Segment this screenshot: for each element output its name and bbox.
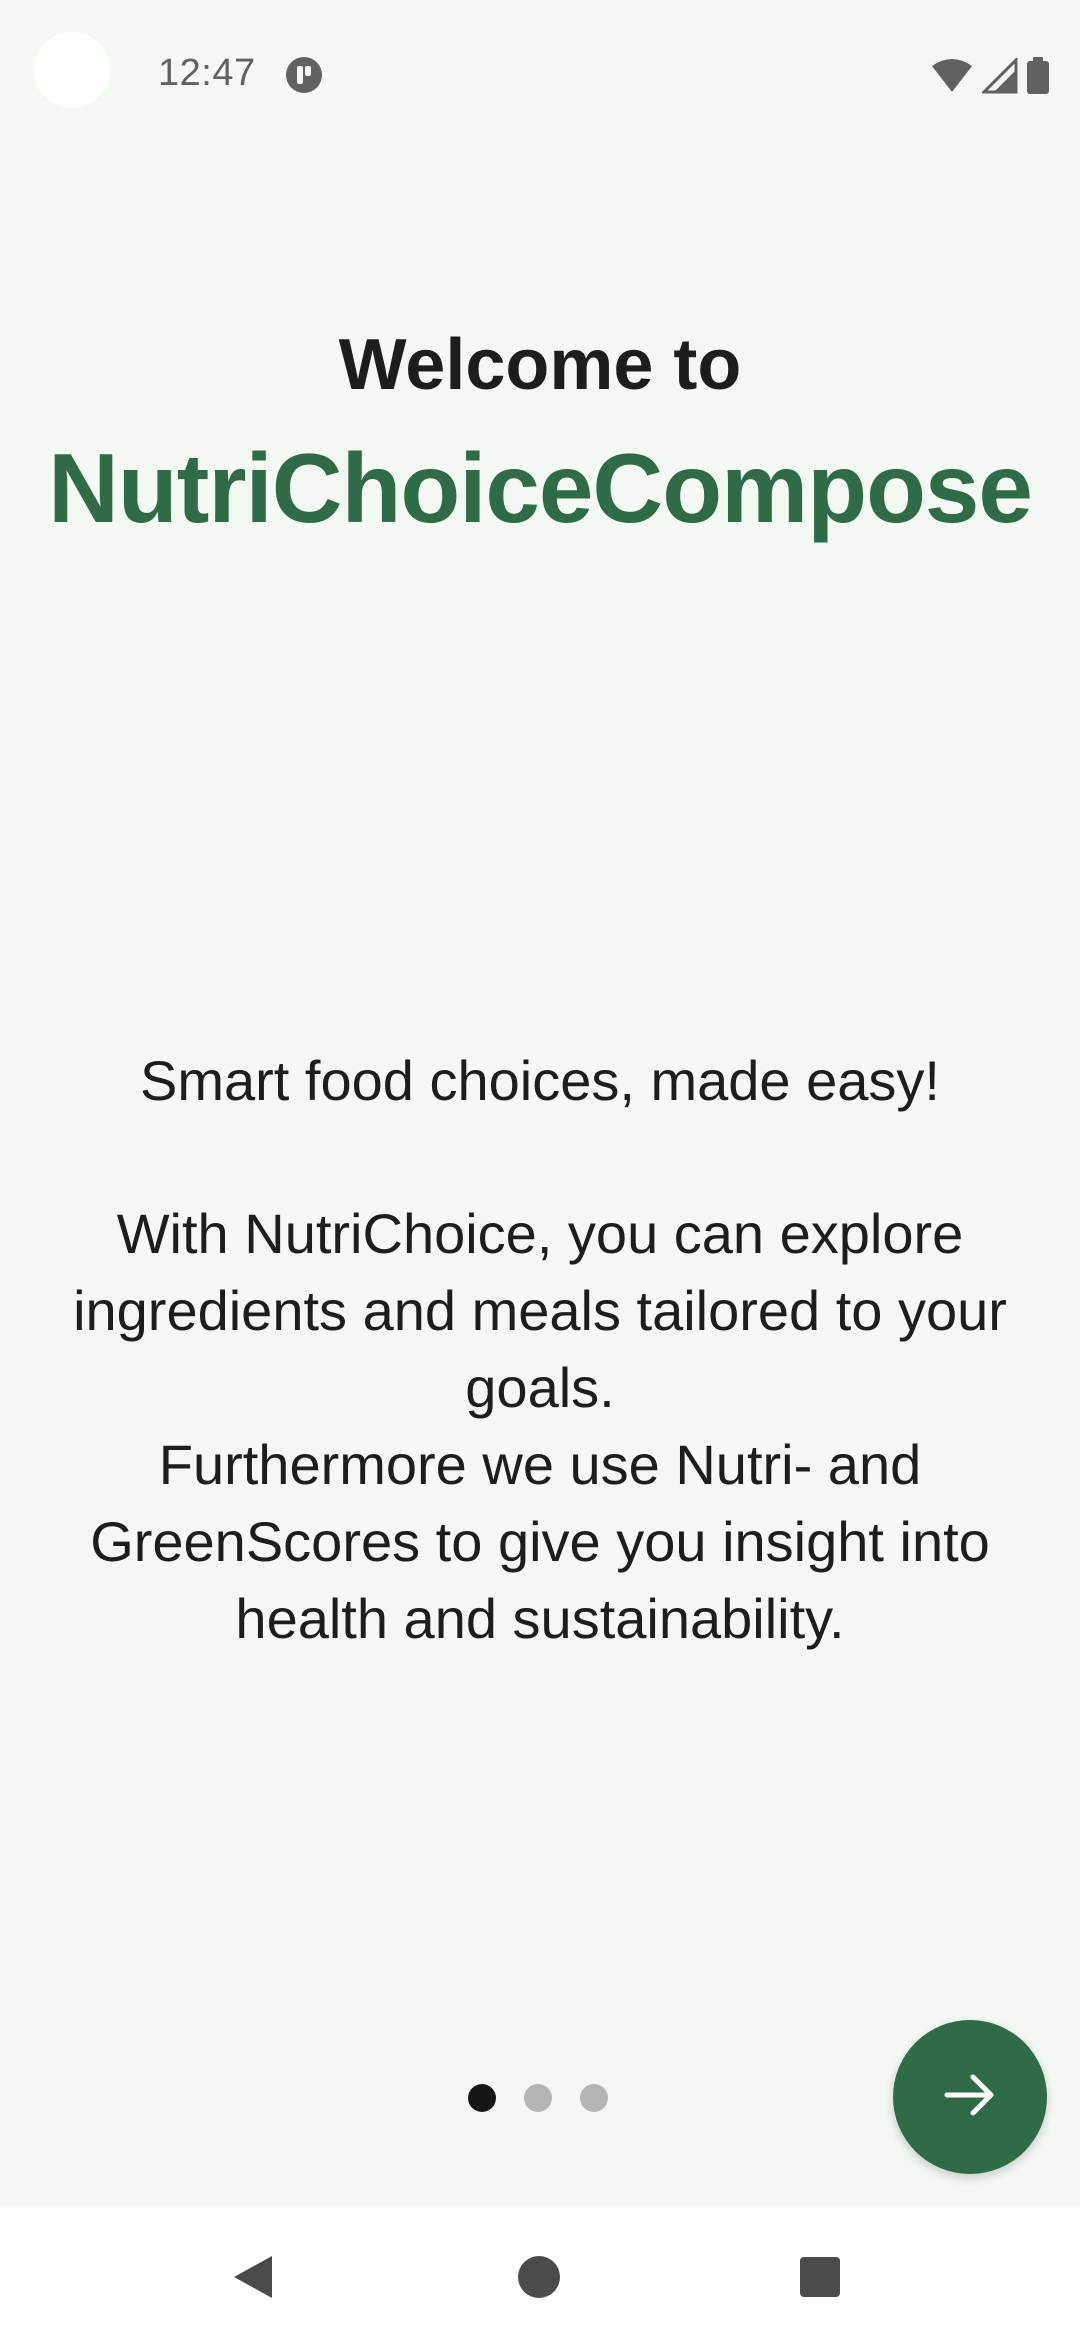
wifi-icon — [930, 58, 974, 94]
status-time: 12:47 — [158, 52, 256, 94]
page-dot-1 — [468, 2084, 496, 2112]
status-icons — [930, 56, 1050, 96]
status-bar: 12:47 — [0, 0, 1080, 150]
next-button[interactable] — [893, 2020, 1047, 2174]
page-dot-2 — [524, 2084, 552, 2112]
page-indicator — [468, 2083, 608, 2113]
arrow-forward-icon — [943, 2068, 997, 2127]
onboarding-screen: 12:47 Welcome to NutriChoiceCompose Smar… — [0, 0, 1080, 2340]
battery-icon — [1026, 57, 1050, 95]
app-name-title: NutriChoiceCompose — [48, 433, 1033, 543]
home-icon[interactable] — [518, 2256, 560, 2298]
onboarding-description: With NutriChoice, you can explore ingred… — [73, 1202, 1007, 1650]
tagline: Smart food choices, made easy! — [140, 1049, 940, 1112]
camera-cutout — [34, 32, 110, 108]
recents-icon[interactable] — [800, 2257, 840, 2297]
cell-signal-icon — [982, 58, 1018, 94]
welcome-heading: Welcome to — [338, 325, 742, 405]
system-navigation-bar — [0, 2206, 1080, 2340]
back-icon[interactable] — [232, 2254, 274, 2305]
page-dot-3 — [580, 2084, 608, 2112]
app-notification-icon — [285, 56, 323, 94]
